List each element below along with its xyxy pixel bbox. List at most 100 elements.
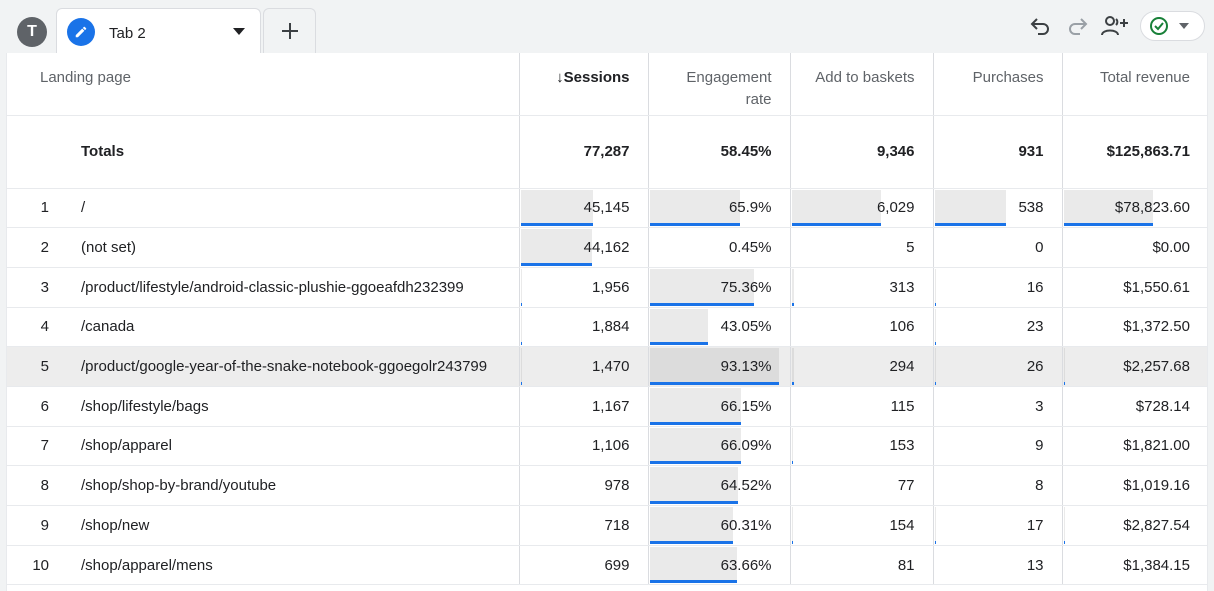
landing-page-cell[interactable]: /shop/apparel/mens [69,545,519,586]
add-to-baskets-cell: 154 [789,505,933,546]
table-row[interactable]: 10/shop/apparel/mens 699 63.66% 81 13 $1,384.… [7,545,1207,586]
table-row[interactable]: 3/product/lifestyle/android-classic-plus… [7,267,1207,308]
engagement-rate-cell: 65.9% [647,188,790,229]
cell-value: 65.9% [728,199,772,217]
user-avatar[interactable]: T [17,17,47,47]
sessions-cell: 1,106 [518,426,648,467]
totals-index [7,115,69,189]
cell-value: 0 [1035,239,1044,257]
add-to-baskets-cell: 77 [789,465,933,506]
purchases-cell: 3 [932,386,1062,427]
column-header-add-to-baskets[interactable]: Add to baskets [789,53,933,116]
table-row[interactable]: 8/shop/shop-by-brand/youtube 978 64.52% 77 8… [7,465,1207,506]
landing-page-cell[interactable]: /product/google-year-of-the-snake-notebo… [69,346,519,387]
column-header-purchases[interactable]: Purchases [932,53,1062,116]
report-table: Landing page ↓Sessions Engagement rate A… [7,53,1207,586]
table-row[interactable]: 6/shop/lifestyle/bags 1,167 66.15% 115 3 $728… [7,386,1207,427]
row-index: 8 [7,465,69,506]
row-index: 6 [7,386,69,427]
sessions-cell: 978 [518,465,648,506]
engagement-rate-cell: 60.31% [647,505,790,546]
cell-value: 1,956 [591,278,630,296]
landing-page-cell[interactable]: /canada [69,307,519,348]
cell-value: 66.15% [720,397,772,415]
value-bar [934,348,937,385]
cell-value: 718 [604,516,630,534]
sessions-cell: 44,162 [518,227,648,268]
cell-value: 115 [890,397,915,415]
value-bar [520,229,592,266]
cell-value: 699 [604,556,630,574]
engagement-rate-cell: 0.45% [647,227,790,268]
value-bar [791,268,795,306]
plus-icon [281,23,298,39]
sessions-cell: 1,470 [518,346,648,387]
value-bar [1063,348,1065,385]
cell-value: 1,884 [591,318,630,336]
cell-value: $1,550.61 [1123,278,1190,296]
add-to-baskets-cell: 115 [789,386,933,427]
totals-label: Totals [69,115,519,189]
total-revenue-cell: $2,827.54 [1061,505,1207,546]
cell-value: $1,372.50 [1123,318,1190,336]
purchases-cell: 538 [932,188,1062,229]
row-index: 4 [7,307,69,348]
table-row[interactable]: 7/shop/apparel 1,106 66.09% 153 9 $1,821.00 [7,426,1207,467]
cell-value: 13 [1026,556,1044,574]
chevron-down-icon[interactable] [229,22,249,42]
cell-value: 1,470 [591,358,630,376]
cell-value: $78,823.60 [1114,199,1190,217]
table-row[interactable]: 4/canada 1,884 43.05% 106 23 $1,372.50 [7,307,1207,348]
column-header-landing-page[interactable]: Landing page [7,53,519,116]
column-header-sessions[interactable]: ↓Sessions [518,53,648,116]
undo-icon[interactable] [1027,13,1053,39]
add-tab-button[interactable] [263,8,316,53]
totals-sessions: 77,287 [518,115,648,189]
sessions-cell: 1,956 [518,267,648,308]
totals-row: Totals 77,287 58.45% 9,346 931 $125,863.… [7,115,1207,189]
landing-page-cell[interactable]: /product/lifestyle/android-classic-plush… [69,267,519,308]
landing-page-cell[interactable]: (not set) [69,227,519,268]
purchases-cell: 0 [932,227,1062,268]
landing-page-cell[interactable]: /shop/apparel [69,426,519,467]
pencil-icon [67,18,95,46]
table-row[interactable]: 2 (not set) 44,162 0.45% 5 0 $0.00 [7,227,1207,268]
add-to-baskets-cell: 106 [789,307,933,348]
engagement-rate-cell: 43.05% [647,307,790,348]
landing-page-cell[interactable]: /shop/new [69,505,519,546]
report-table-container: Landing page ↓Sessions Engagement rate A… [6,53,1208,591]
share-user-icon[interactable] [1100,13,1130,39]
cell-value: 66.09% [720,437,772,455]
total-revenue-cell: $1,550.61 [1061,267,1207,308]
value-bar [791,348,794,385]
status-dropdown[interactable] [1140,11,1205,41]
table-row[interactable]: 5/product/google-year-of-the-snake-noteb… [7,346,1207,387]
value-bar [520,189,594,227]
chevron-down-icon [1179,23,1189,29]
purchases-cell: 13 [932,545,1062,586]
tab-2[interactable]: Tab 2 [56,8,261,53]
cell-value: 23 [1026,318,1044,336]
landing-page-cell[interactable]: / [69,188,519,229]
cell-value: 5 [906,239,915,257]
total-revenue-cell: $1,372.50 [1061,307,1207,348]
tab-label: Tab 2 [109,25,146,42]
sessions-cell: 45,145 [518,188,648,229]
total-revenue-cell: $0.00 [1061,227,1207,268]
column-header-engagement-rate[interactable]: Engagement rate [647,53,790,116]
table-row[interactable]: 1/ 45,145 65.9% 6,029 538 $78,823.60 [7,188,1207,229]
landing-page-cell[interactable]: /shop/shop-by-brand/youtube [69,465,519,506]
engagement-rate-cell: 66.09% [647,426,790,467]
value-bar [791,189,882,227]
redo-icon[interactable] [1065,13,1091,39]
engagement-rate-cell: 63.66% [647,545,790,586]
cell-value: 294 [889,358,915,376]
totals-engagement-rate: 58.45% [647,115,790,189]
landing-page-cell[interactable]: /shop/lifestyle/bags [69,386,519,427]
column-header-total-revenue[interactable]: Total revenue [1061,53,1207,116]
table-row[interactable]: 9/shop/new 718 60.31% 154 17 $2,827.54 [7,505,1207,546]
sessions-cell: 718 [518,505,648,546]
sessions-cell: 1,167 [518,386,648,427]
cell-value: 81 [897,556,915,574]
add-to-baskets-cell: 6,029 [789,188,933,229]
